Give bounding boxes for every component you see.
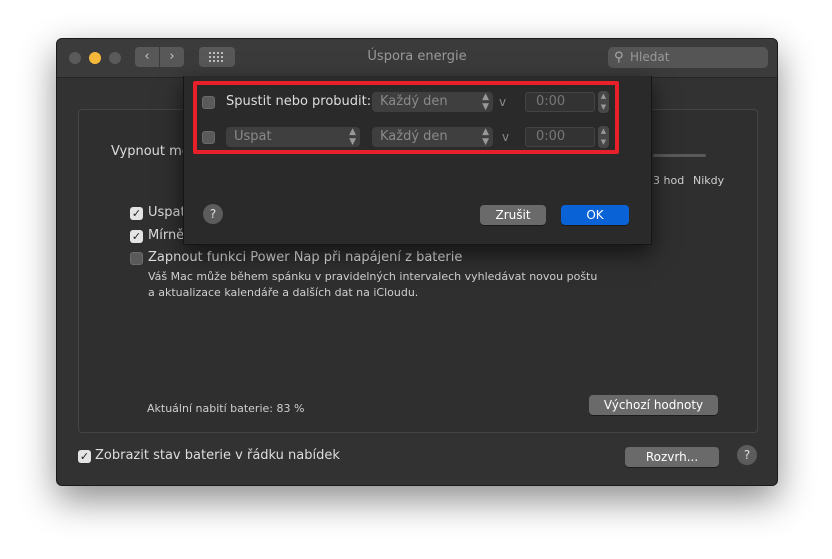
search-icon: ⚲ (614, 50, 624, 65)
search-field[interactable]: ⚲ Hledat (608, 47, 768, 68)
dim-option-label: Mírně (148, 228, 185, 243)
power-nap-description-1: Váš Mac může během spánku v pravidelných… (148, 270, 598, 283)
sleep-checkbox[interactable]: ✓ (130, 207, 143, 220)
display-sleep-slider[interactable] (653, 154, 706, 157)
help-button[interactable]: ? (737, 445, 757, 465)
schedule-button[interactable]: Rozvrh... (625, 447, 719, 467)
title-bar: ‹ › Úspora energie ⚲ Hledat (57, 39, 777, 78)
turn-off-display-label: Vypnout mo (111, 144, 190, 159)
slider-tick-3h: 3 hod (653, 174, 685, 187)
highlight-annotation (193, 81, 619, 154)
restore-defaults-button[interactable]: Výchozí hodnoty (589, 395, 718, 415)
dim-checkbox[interactable]: ✓ (130, 230, 143, 243)
battery-level-text: Aktuální nabití baterie: 83 % (147, 402, 305, 415)
show-battery-label: Zobrazit stav baterie v řádku nabídek (95, 448, 340, 463)
sheet-help-button[interactable]: ? (203, 204, 223, 224)
cancel-button[interactable]: Zrušit (480, 205, 546, 225)
sleep-option-label: Uspat (148, 205, 186, 220)
power-nap-label: Zapnout funkci Power Nap při napájení z … (148, 250, 463, 265)
power-nap-checkbox[interactable] (130, 252, 143, 265)
slider-tick-never: Nikdy (693, 174, 725, 187)
power-nap-description-2: a aktualizace kalendáře a dalších dat na… (148, 286, 419, 299)
show-battery-checkbox[interactable]: ✓ (78, 450, 91, 463)
search-placeholder: Hledat (630, 50, 670, 64)
ok-button[interactable]: OK (561, 205, 629, 225)
